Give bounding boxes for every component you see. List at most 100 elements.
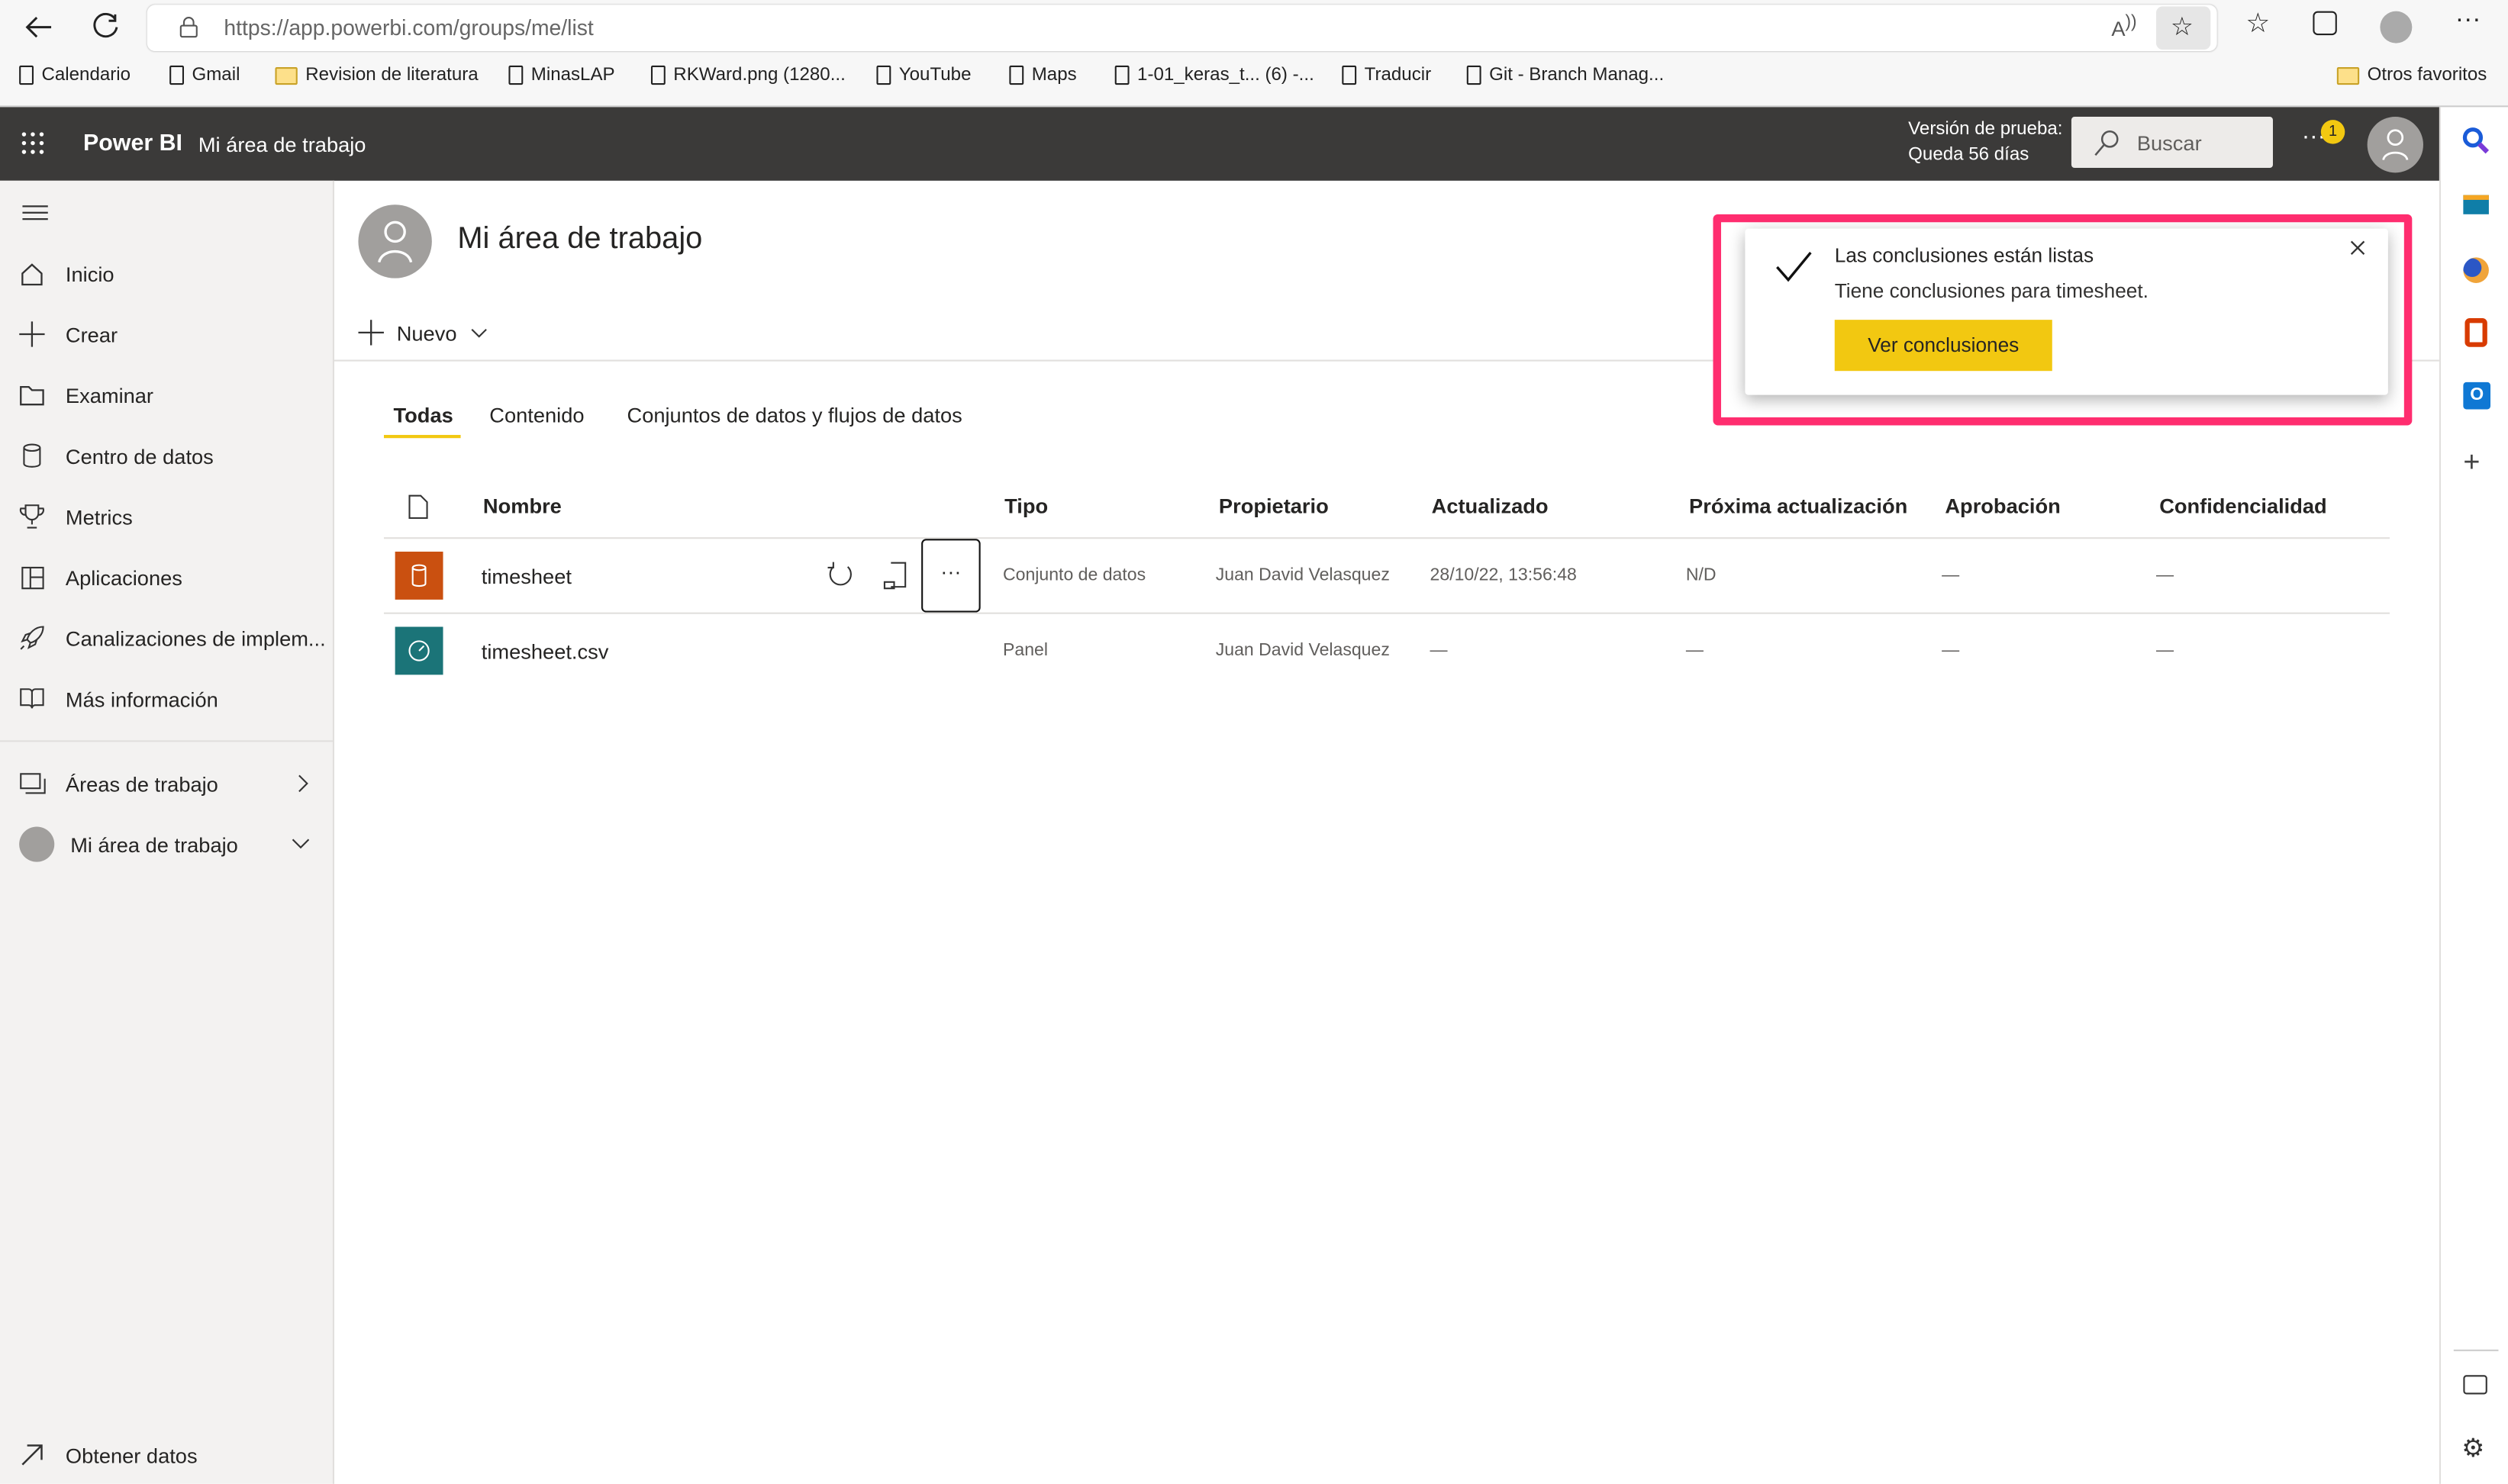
notification-badge[interactable]: 1 xyxy=(2320,120,2345,144)
profile-avatar[interactable] xyxy=(2380,11,2413,43)
bookmark[interactable]: Traducir xyxy=(1342,65,1431,85)
app-launcher-icon[interactable] xyxy=(21,131,44,155)
workspace-avatar xyxy=(358,204,432,278)
toast-body: Tiene conclusiones para timesheet. xyxy=(1834,279,2149,303)
dataset-icon xyxy=(395,552,443,600)
bookmark[interactable]: 1-01_keras_t... (6) -... xyxy=(1114,65,1314,85)
chevron-down-icon xyxy=(470,327,486,337)
office-icon[interactable] xyxy=(2464,318,2487,347)
address-bar[interactable]: https://app.powerbi.com/groups/me/list A… xyxy=(147,5,2217,52)
column-header-aprobacion[interactable]: Aprobación xyxy=(1945,494,2060,518)
chevron-right-icon xyxy=(298,774,308,793)
settings-icon[interactable]: ⚙ xyxy=(2461,1433,2484,1465)
bookmark[interactable]: Maps xyxy=(1009,65,1077,85)
read-aloud-icon[interactable]: A)) xyxy=(2111,13,2136,40)
favorite-star-button[interactable]: ☆ xyxy=(2156,6,2211,50)
refresh-icon[interactable] xyxy=(827,562,854,589)
search-box[interactable]: Buscar xyxy=(2071,116,2273,169)
table-row[interactable]: timesheet.csv Panel Juan David Velasquez… xyxy=(384,614,2390,687)
bookmark[interactable]: YouTube xyxy=(876,65,972,85)
browser-toolbar: https://app.powerbi.com/groups/me/list A… xyxy=(0,0,2508,108)
rocket-icon xyxy=(0,625,66,651)
favorites-icon[interactable]: ☆ xyxy=(2245,8,2270,40)
trophy-icon xyxy=(0,504,66,530)
nav-item-canalizaciones[interactable]: Canalizaciones de implem... xyxy=(0,609,334,666)
item-sensitivity: — xyxy=(2156,565,2174,586)
table-row[interactable]: timesheet ··· Conjunto de datos Juan Dav… xyxy=(384,539,2390,613)
bookmark[interactable]: Revision de literatura xyxy=(275,66,479,85)
tab-conjuntos-de-datos[interactable]: Conjuntos de datos y flujos de datos xyxy=(627,403,962,427)
more-icon[interactable]: ··· xyxy=(2455,6,2481,35)
book-icon xyxy=(0,687,66,710)
user-avatar[interactable] xyxy=(2367,116,2423,173)
page-icon xyxy=(1009,65,1024,85)
arrow-up-right-icon xyxy=(0,1444,66,1466)
column-header-propietario[interactable]: Propietario xyxy=(1219,494,1329,518)
page-title: Mi área de trabajo xyxy=(457,222,703,256)
item-approval: — xyxy=(1942,641,1960,661)
plus-icon xyxy=(358,320,384,346)
header-workspace: Mi área de trabajo xyxy=(198,132,366,157)
app-header: Power BI Mi área de trabajo Versión de p… xyxy=(0,107,2439,181)
column-header-actualizado[interactable]: Actualizado xyxy=(1432,494,1549,518)
tab-contenido[interactable]: Contenido xyxy=(489,403,584,427)
other-favorites[interactable]: Otros favoritos xyxy=(2336,66,2487,85)
nav-item-mi-area-de-trabajo[interactable]: Mi área de trabajo xyxy=(0,816,334,873)
item-updated: 28/10/22, 13:56:48 xyxy=(1430,565,1577,586)
add-icon[interactable]: + xyxy=(2463,446,2480,480)
close-icon[interactable] xyxy=(2350,240,2366,256)
item-updated: — xyxy=(1430,641,1448,661)
back-icon[interactable] xyxy=(24,14,53,40)
page-icon xyxy=(1114,65,1130,85)
person-icon xyxy=(2382,129,2409,161)
page-icon xyxy=(19,65,34,85)
bookmark[interactable]: Gmail xyxy=(169,65,240,85)
new-button[interactable]: Nuevo xyxy=(358,317,487,349)
panel-toggle-icon[interactable] xyxy=(2463,1375,2487,1395)
nav-item-areas-de-trabajo[interactable]: Áreas de trabajo xyxy=(0,755,334,812)
nav-item-centro-de-datos[interactable]: Centro de datos xyxy=(0,427,334,484)
search-icon[interactable] xyxy=(2461,127,2490,156)
url-text[interactable]: https://app.powerbi.com/groups/me/list xyxy=(224,16,593,40)
nav-item-obtener-datos[interactable]: Obtener datos xyxy=(0,1426,334,1483)
games-icon[interactable] xyxy=(2463,257,2489,283)
item-next-refresh: — xyxy=(1685,641,1704,661)
trial-days: Queda 56 días xyxy=(1908,145,2029,165)
more-options-button[interactable]: ··· xyxy=(921,539,981,613)
bookmark[interactable]: MinasLAP xyxy=(508,65,615,85)
view-insights-button[interactable]: Ver conclusiones xyxy=(1834,320,2052,372)
tools-icon[interactable] xyxy=(2463,195,2489,214)
page-icon xyxy=(650,65,666,85)
dashboard-icon xyxy=(395,626,443,675)
tab-todas[interactable]: Todas xyxy=(394,403,453,427)
column-header-nombre[interactable]: Nombre xyxy=(483,494,562,518)
folder-icon xyxy=(0,385,66,405)
item-name[interactable]: timesheet xyxy=(482,565,572,588)
schedule-refresh-icon[interactable] xyxy=(883,562,907,591)
page-icon xyxy=(508,65,524,85)
nav-item-inicio[interactable]: Inicio xyxy=(0,245,334,302)
plus-icon xyxy=(0,321,66,347)
bookmark[interactable]: Git - Branch Manag... xyxy=(1466,65,1664,85)
file-type-icon xyxy=(408,494,428,520)
column-header-tipo[interactable]: Tipo xyxy=(1004,494,1048,518)
nav-item-metrics[interactable]: Metrics xyxy=(0,488,334,545)
nav-item-mas-informacion[interactable]: Más información xyxy=(0,670,334,727)
nav-item-crear[interactable]: Crear xyxy=(0,305,334,362)
nav-item-examinar[interactable]: Examinar xyxy=(0,366,334,423)
item-name[interactable]: timesheet.csv xyxy=(482,639,609,663)
item-sensitivity: — xyxy=(2156,641,2174,661)
app-name[interactable]: Power BI xyxy=(83,131,182,157)
refresh-icon[interactable] xyxy=(93,12,121,40)
column-header-confidencialidad[interactable]: Confidencialidad xyxy=(2159,494,2326,518)
column-header-proxima-actualizacion[interactable]: Próxima actualización xyxy=(1689,494,1907,518)
hamburger-icon[interactable] xyxy=(22,203,48,222)
folder-icon xyxy=(275,66,298,85)
divider xyxy=(2453,1349,2499,1351)
nav-item-aplicaciones[interactable]: Aplicaciones xyxy=(0,549,334,606)
outlook-icon[interactable]: O xyxy=(2463,381,2491,410)
collections-icon[interactable] xyxy=(2313,11,2337,36)
workspaces-icon xyxy=(0,772,66,794)
bookmark[interactable]: RKWard.png (1280... xyxy=(650,65,846,85)
bookmark[interactable]: Calendario xyxy=(19,65,131,85)
